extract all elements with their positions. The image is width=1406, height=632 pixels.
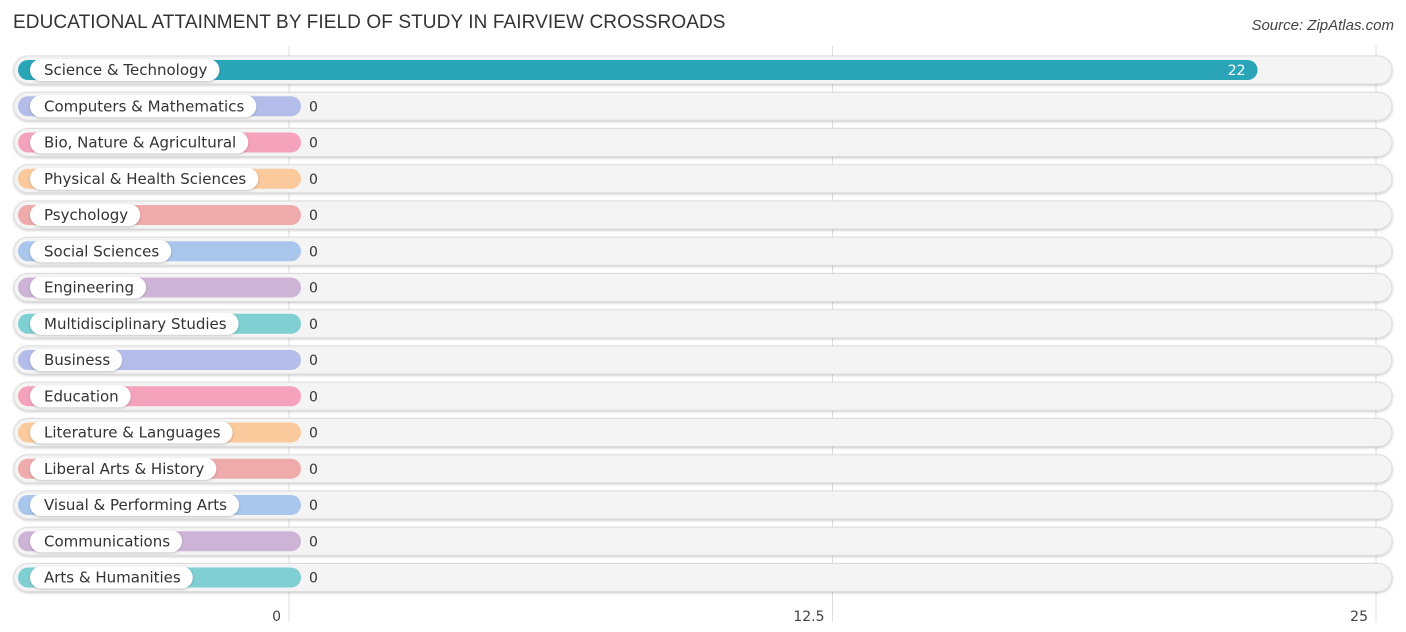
x-tick-label: 12.5: [793, 609, 824, 625]
bar-row: Arts & Humanities 0: [13, 563, 1393, 592]
value-label: 0: [309, 426, 318, 442]
value-label: 0: [309, 244, 318, 260]
category-label: Social Sciences: [44, 242, 159, 260]
value-label: 0: [309, 172, 318, 188]
category-label: Business: [44, 351, 110, 369]
category-label: Psychology: [44, 206, 128, 224]
value-label: 0: [309, 208, 318, 224]
category-label: Literature & Languages: [44, 424, 221, 442]
category-label: Visual & Performing Arts: [44, 496, 227, 514]
bar-row: Engineering 0: [13, 273, 1393, 302]
x-tick-label: 0: [272, 609, 281, 625]
value-label: 0: [309, 136, 318, 152]
bar-row: Multidisciplinary Studies 0: [13, 309, 1393, 339]
x-axis-ticks: 0 12.5 25: [272, 609, 1368, 625]
category-label: Communications: [44, 532, 170, 550]
bar-row: Computers & Mathematics 0: [13, 91, 1393, 121]
bar-row: Science & Technology 22: [13, 55, 1393, 85]
value-label: 0: [309, 389, 318, 405]
value-label: 0: [309, 353, 318, 369]
x-tick-label: 25: [1350, 609, 1368, 625]
value-label: 0: [309, 571, 318, 587]
value-label: 0: [309, 498, 318, 514]
bar-row: Psychology 0: [13, 200, 1393, 230]
value-label: 0: [309, 462, 318, 478]
value-label: 0: [309, 317, 318, 333]
bar-row: Social Sciences 0: [13, 236, 1393, 266]
category-label: Physical & Health Sciences: [44, 170, 246, 188]
category-label: Science & Technology: [44, 61, 208, 79]
category-label: Education: [44, 387, 119, 405]
bar-row: Literature & Languages 0: [13, 418, 1393, 447]
value-label: 22: [1228, 63, 1246, 79]
category-label: Bio, Nature & Agricultural: [44, 134, 236, 152]
bar-row: Bio, Nature & Agricultural 0: [13, 128, 1393, 157]
value-label: 0: [309, 534, 318, 550]
category-label: Computers & Mathematics: [44, 97, 244, 115]
category-label: Liberal Arts & History: [44, 460, 204, 478]
bar-row: Liberal Arts & History 0: [13, 454, 1393, 484]
category-label: Engineering: [44, 279, 134, 297]
bar-row: Education 0: [13, 381, 1393, 411]
bar-chart: Science & Technology 22 Computers & Mathem…: [13, 46, 1393, 625]
value-label: 0: [309, 281, 318, 297]
bar-row: Physical & Health Sciences 0: [13, 164, 1393, 194]
bar-row: Business 0: [13, 345, 1393, 375]
bar-row: Visual & Performing Arts 0: [13, 490, 1393, 520]
bar-rows: Science & Technology 22 Computers & Mathem…: [13, 55, 1393, 592]
bar-row: Communications 0: [13, 526, 1393, 556]
category-label: Multidisciplinary Studies: [44, 315, 227, 333]
category-label: Arts & Humanities: [44, 569, 181, 587]
value-label: 0: [309, 99, 318, 115]
